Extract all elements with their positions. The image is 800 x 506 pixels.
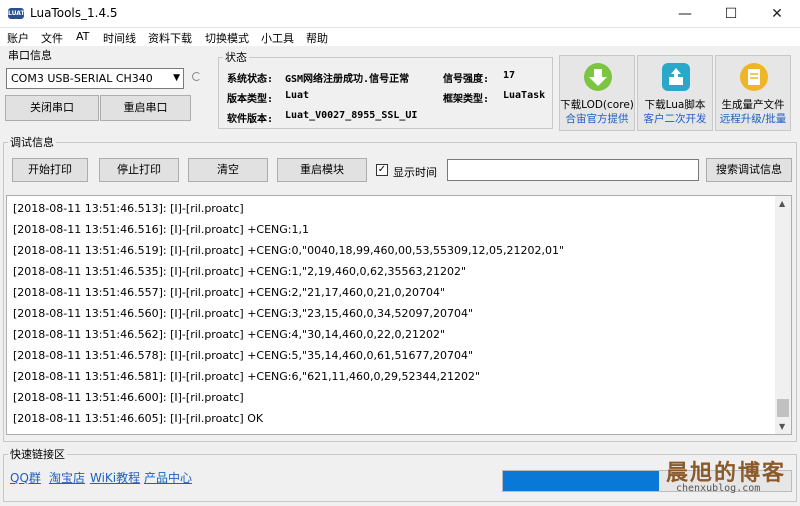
- status-group-label: 状态: [223, 49, 249, 65]
- link-products[interactable]: 产品中心: [144, 469, 192, 486]
- log-line: [2018-08-11 13:51:46.560]: [I]-[ril.proa…: [13, 307, 474, 320]
- watermark-url: chenxublog.com: [676, 483, 761, 494]
- maximize-button[interactable]: ☐: [708, 0, 754, 28]
- framework-label: 框架类型:: [443, 94, 490, 105]
- menu-downloads[interactable]: 资料下载: [148, 30, 192, 46]
- log-line: [2018-08-11 13:51:46.581]: [I]-[ril.proa…: [13, 370, 481, 383]
- software-version-value: Luat_V0027_8955_SSL_UI: [285, 110, 418, 121]
- menu-file[interactable]: 文件: [41, 30, 63, 46]
- search-input[interactable]: [447, 159, 699, 181]
- serial-port-value: COM3 USB-SERIAL CH340: [11, 72, 153, 85]
- minimize-button[interactable]: —: [662, 0, 708, 28]
- generate-file-button[interactable]: 生成量产文件 远程升级/批量: [715, 55, 791, 131]
- log-line: [2018-08-11 13:51:46.578]: [I]-[ril.proa…: [13, 349, 474, 362]
- menu-timeline[interactable]: 时间线: [103, 30, 136, 46]
- show-time-label: 显示时间: [393, 166, 437, 179]
- scroll-thumb[interactable]: [777, 399, 789, 417]
- chevron-down-icon: ▼: [173, 73, 180, 83]
- search-debug-button[interactable]: 搜索调试信息: [706, 158, 792, 182]
- document-icon: [740, 63, 768, 91]
- signal-value: 17: [503, 70, 516, 81]
- log-line: [2018-08-11 13:51:46.600]: [I]-[ril.proa…: [13, 391, 244, 404]
- framework-value: LuaTask: [503, 90, 546, 101]
- link-qq-group[interactable]: QQ群: [10, 469, 41, 486]
- link-taobao[interactable]: 淘宝店: [49, 469, 85, 486]
- clear-button[interactable]: 清空: [188, 158, 268, 182]
- menu-at[interactable]: AT: [76, 30, 89, 43]
- restart-module-button[interactable]: 重启模块: [277, 158, 367, 182]
- window-title: LuaTools_1.4.5: [30, 6, 118, 20]
- menu-account[interactable]: 账户: [7, 30, 29, 46]
- download-lua-label: 下载Lua脚本: [644, 99, 706, 111]
- download-lod-button[interactable]: 下载LOD(core) 合宙官方提供: [559, 55, 635, 131]
- signal-label: 信号强度:: [443, 74, 490, 85]
- version-type-label: 版本类型:: [227, 94, 274, 105]
- restart-serial-button[interactable]: 重启串口: [100, 95, 191, 121]
- link-wiki[interactable]: WiKi教程: [90, 469, 140, 486]
- quick-links-label: 快速链接区: [8, 446, 67, 462]
- system-status-value: GSM网络注册成功.信号正常: [285, 74, 410, 85]
- start-print-button[interactable]: 开始打印: [12, 158, 88, 182]
- menu-switch-mode[interactable]: 切换模式: [205, 30, 249, 46]
- debug-group-label: 调试信息: [8, 134, 56, 150]
- serial-port-select[interactable]: COM3 USB-SERIAL CH340 ▼: [6, 68, 184, 89]
- log-line: [2018-08-11 13:51:46.519]: [I]-[ril.proa…: [13, 244, 565, 257]
- serial-group-label: 串口信息: [6, 47, 54, 63]
- download-lod-label: 下载LOD(core): [560, 99, 634, 111]
- log-line: [2018-08-11 13:51:46.605]: [I]-[ril.proa…: [13, 412, 264, 425]
- log-line: [2018-08-11 13:51:46.557]: [I]-[ril.proa…: [13, 286, 446, 299]
- download-lua-sublabel: 客户二次开发: [643, 113, 707, 125]
- software-version-label: 软件版本:: [227, 114, 274, 125]
- upload-box-icon: [662, 63, 690, 91]
- log-line: [2018-08-11 13:51:46.513]: [I]-[ril.proa…: [13, 202, 244, 215]
- menu-tools[interactable]: 小工具: [261, 30, 294, 46]
- download-lua-button[interactable]: 下载Lua脚本 客户二次开发: [637, 55, 713, 131]
- menu-help[interactable]: 帮助: [306, 30, 328, 46]
- log-line: [2018-08-11 13:51:46.562]: [I]-[ril.proa…: [13, 328, 446, 341]
- log-scrollbar[interactable]: ▲ ▼: [775, 196, 791, 434]
- refresh-icon[interactable]: [192, 72, 201, 81]
- log-line: [2018-08-11 13:51:46.516]: [I]-[ril.proa…: [13, 223, 310, 236]
- log-line: [2018-08-11 13:51:46.535]: [I]-[ril.proa…: [13, 265, 467, 278]
- title-bar: LUAT LuaTools_1.4.5 — ☐ ✕: [0, 0, 800, 28]
- system-status-label: 系统状态:: [227, 74, 274, 85]
- app-logo-icon: LUAT: [8, 8, 25, 19]
- show-time-checkbox[interactable]: ✓: [376, 164, 388, 176]
- log-output[interactable]: [2018-08-11 13:51:46.513]: [I]-[ril.proa…: [6, 195, 792, 435]
- download-arrow-icon: [584, 63, 612, 91]
- download-lod-sublabel: 合宙官方提供: [565, 113, 629, 125]
- generate-file-label: 生成量产文件: [721, 99, 785, 111]
- version-type-value: Luat: [285, 90, 310, 101]
- close-button[interactable]: ✕: [754, 0, 800, 28]
- stop-print-button[interactable]: 停止打印: [99, 158, 179, 182]
- progress-fill: [503, 471, 659, 491]
- scroll-up-icon[interactable]: ▲: [779, 199, 785, 208]
- scroll-down-icon[interactable]: ▼: [779, 422, 785, 431]
- generate-file-sublabel: 远程升级/批量: [719, 113, 787, 125]
- close-serial-button[interactable]: 关闭串口: [5, 95, 99, 121]
- menu-bar: 账户 文件 AT 时间线 资料下载 切换模式 小工具 帮助: [0, 28, 800, 46]
